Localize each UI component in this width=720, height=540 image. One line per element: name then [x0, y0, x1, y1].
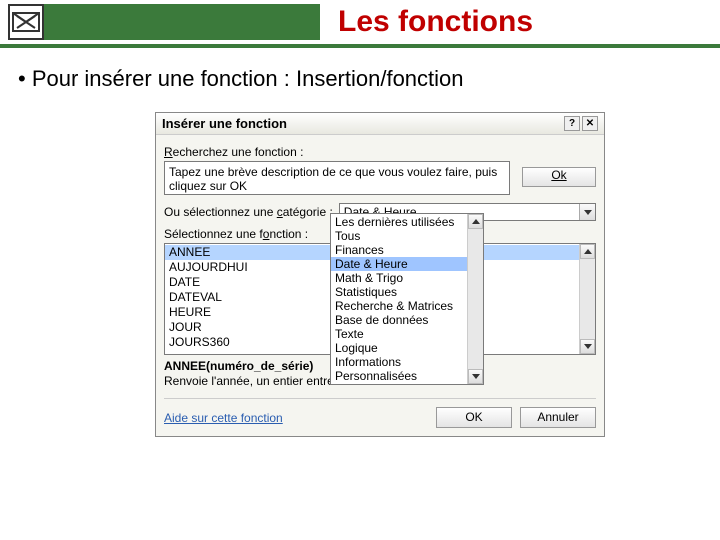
scroll-down-icon[interactable]	[580, 339, 595, 354]
search-label: Recherchez une fonction :	[164, 145, 596, 159]
slide-header: Les fonctions	[0, 0, 720, 48]
list-item[interactable]: Math & Trigo	[331, 271, 467, 285]
dialog-body: Recherchez une fonction : Tapez une brèv…	[156, 135, 604, 436]
category-label: Ou sélectionnez une catégorie :	[164, 205, 333, 219]
green-title-bar	[8, 4, 320, 40]
list-item[interactable]: Finances	[331, 243, 467, 257]
scroll-up-icon[interactable]	[468, 214, 483, 229]
dialog-title-text: Insérer une fonction	[162, 116, 287, 131]
slide-title: Les fonctions	[338, 5, 533, 39]
insert-function-dialog: Insérer une fonction ? ✕ Recherchez une …	[155, 112, 605, 437]
list-item[interactable]: Texte	[331, 327, 467, 341]
list-item[interactable]: Informations	[331, 355, 467, 369]
list-item[interactable]: Tous	[331, 229, 467, 243]
search-input[interactable]: Tapez une brève description de ce que vo…	[164, 161, 510, 195]
scroll-up-icon[interactable]	[580, 244, 595, 259]
list-item[interactable]: Les dernières utilisées	[331, 215, 467, 229]
list-item[interactable]: Base de données	[331, 313, 467, 327]
list-item[interactable]: Logique	[331, 341, 467, 355]
scrollbar[interactable]	[467, 214, 483, 384]
help-button[interactable]: ?	[564, 116, 580, 131]
cancel-button[interactable]: Annuler	[520, 407, 596, 428]
list-item[interactable]: Statistiques	[331, 285, 467, 299]
list-item[interactable]: Date & Heure	[331, 257, 467, 271]
ok-button[interactable]: OK	[436, 407, 512, 428]
bullet-instruction: • Pour insérer une fonction : Insertion/…	[18, 66, 720, 92]
dialog-titlebar: Insérer une fonction ? ✕	[156, 113, 604, 135]
scrollbar[interactable]	[579, 244, 595, 354]
chevron-down-icon	[579, 204, 595, 220]
list-item[interactable]: Recherche & Matrices	[331, 299, 467, 313]
envelope-x-icon	[8, 4, 44, 40]
category-dropdown[interactable]: Les dernières utiliséesTousFinancesDate …	[330, 213, 484, 385]
list-item[interactable]: Personnalisées	[331, 369, 467, 383]
search-ok-button[interactable]: Ok	[522, 167, 596, 187]
scroll-down-icon[interactable]	[468, 369, 483, 384]
help-link[interactable]: Aide sur cette fonction	[164, 411, 283, 425]
close-button[interactable]: ✕	[582, 116, 598, 131]
